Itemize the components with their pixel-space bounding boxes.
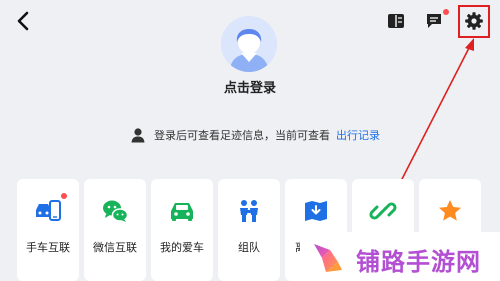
message-badge-dot: [443, 9, 449, 15]
back-icon[interactable]: [14, 10, 34, 32]
card-phone-car[interactable]: 手车互联: [17, 179, 79, 281]
login-prompt[interactable]: 点击登录: [200, 77, 300, 96]
card-label: 组队: [238, 241, 260, 254]
card-label: 微信互联: [93, 241, 137, 254]
phone-car-icon: [34, 197, 62, 225]
card-label: 手车互联: [26, 241, 70, 254]
card-my-car[interactable]: 我的爱车: [151, 179, 213, 281]
person-icon: [130, 127, 146, 143]
watermark: 铺路手游网: [300, 232, 500, 281]
avatar[interactable]: [221, 16, 277, 72]
book-icon[interactable]: [385, 10, 407, 32]
offline-map-icon: [302, 197, 330, 225]
footprint-info-row: 登录后可查看足迹信息，当前可查看 出行记录: [130, 126, 380, 144]
footprint-info-text: 登录后可查看足迹信息，当前可查看: [154, 129, 330, 142]
settings-highlight-box: [458, 5, 490, 38]
card-wechat[interactable]: 微信互联: [84, 179, 146, 281]
star-icon: [436, 197, 464, 225]
card-label: 我的爱车: [160, 241, 204, 254]
card-team[interactable]: 组队: [218, 179, 280, 281]
message-icon[interactable]: [423, 10, 445, 32]
watermark-text: 铺路手游网: [356, 248, 481, 276]
card-badge-dot: [61, 193, 67, 199]
team-icon: [235, 197, 263, 225]
watermark-logo-icon: [312, 240, 348, 276]
car-icon: [168, 197, 196, 225]
trip-records-link[interactable]: 出行记录: [336, 127, 380, 143]
link-icon: [369, 197, 397, 225]
wechat-icon: [101, 197, 129, 225]
